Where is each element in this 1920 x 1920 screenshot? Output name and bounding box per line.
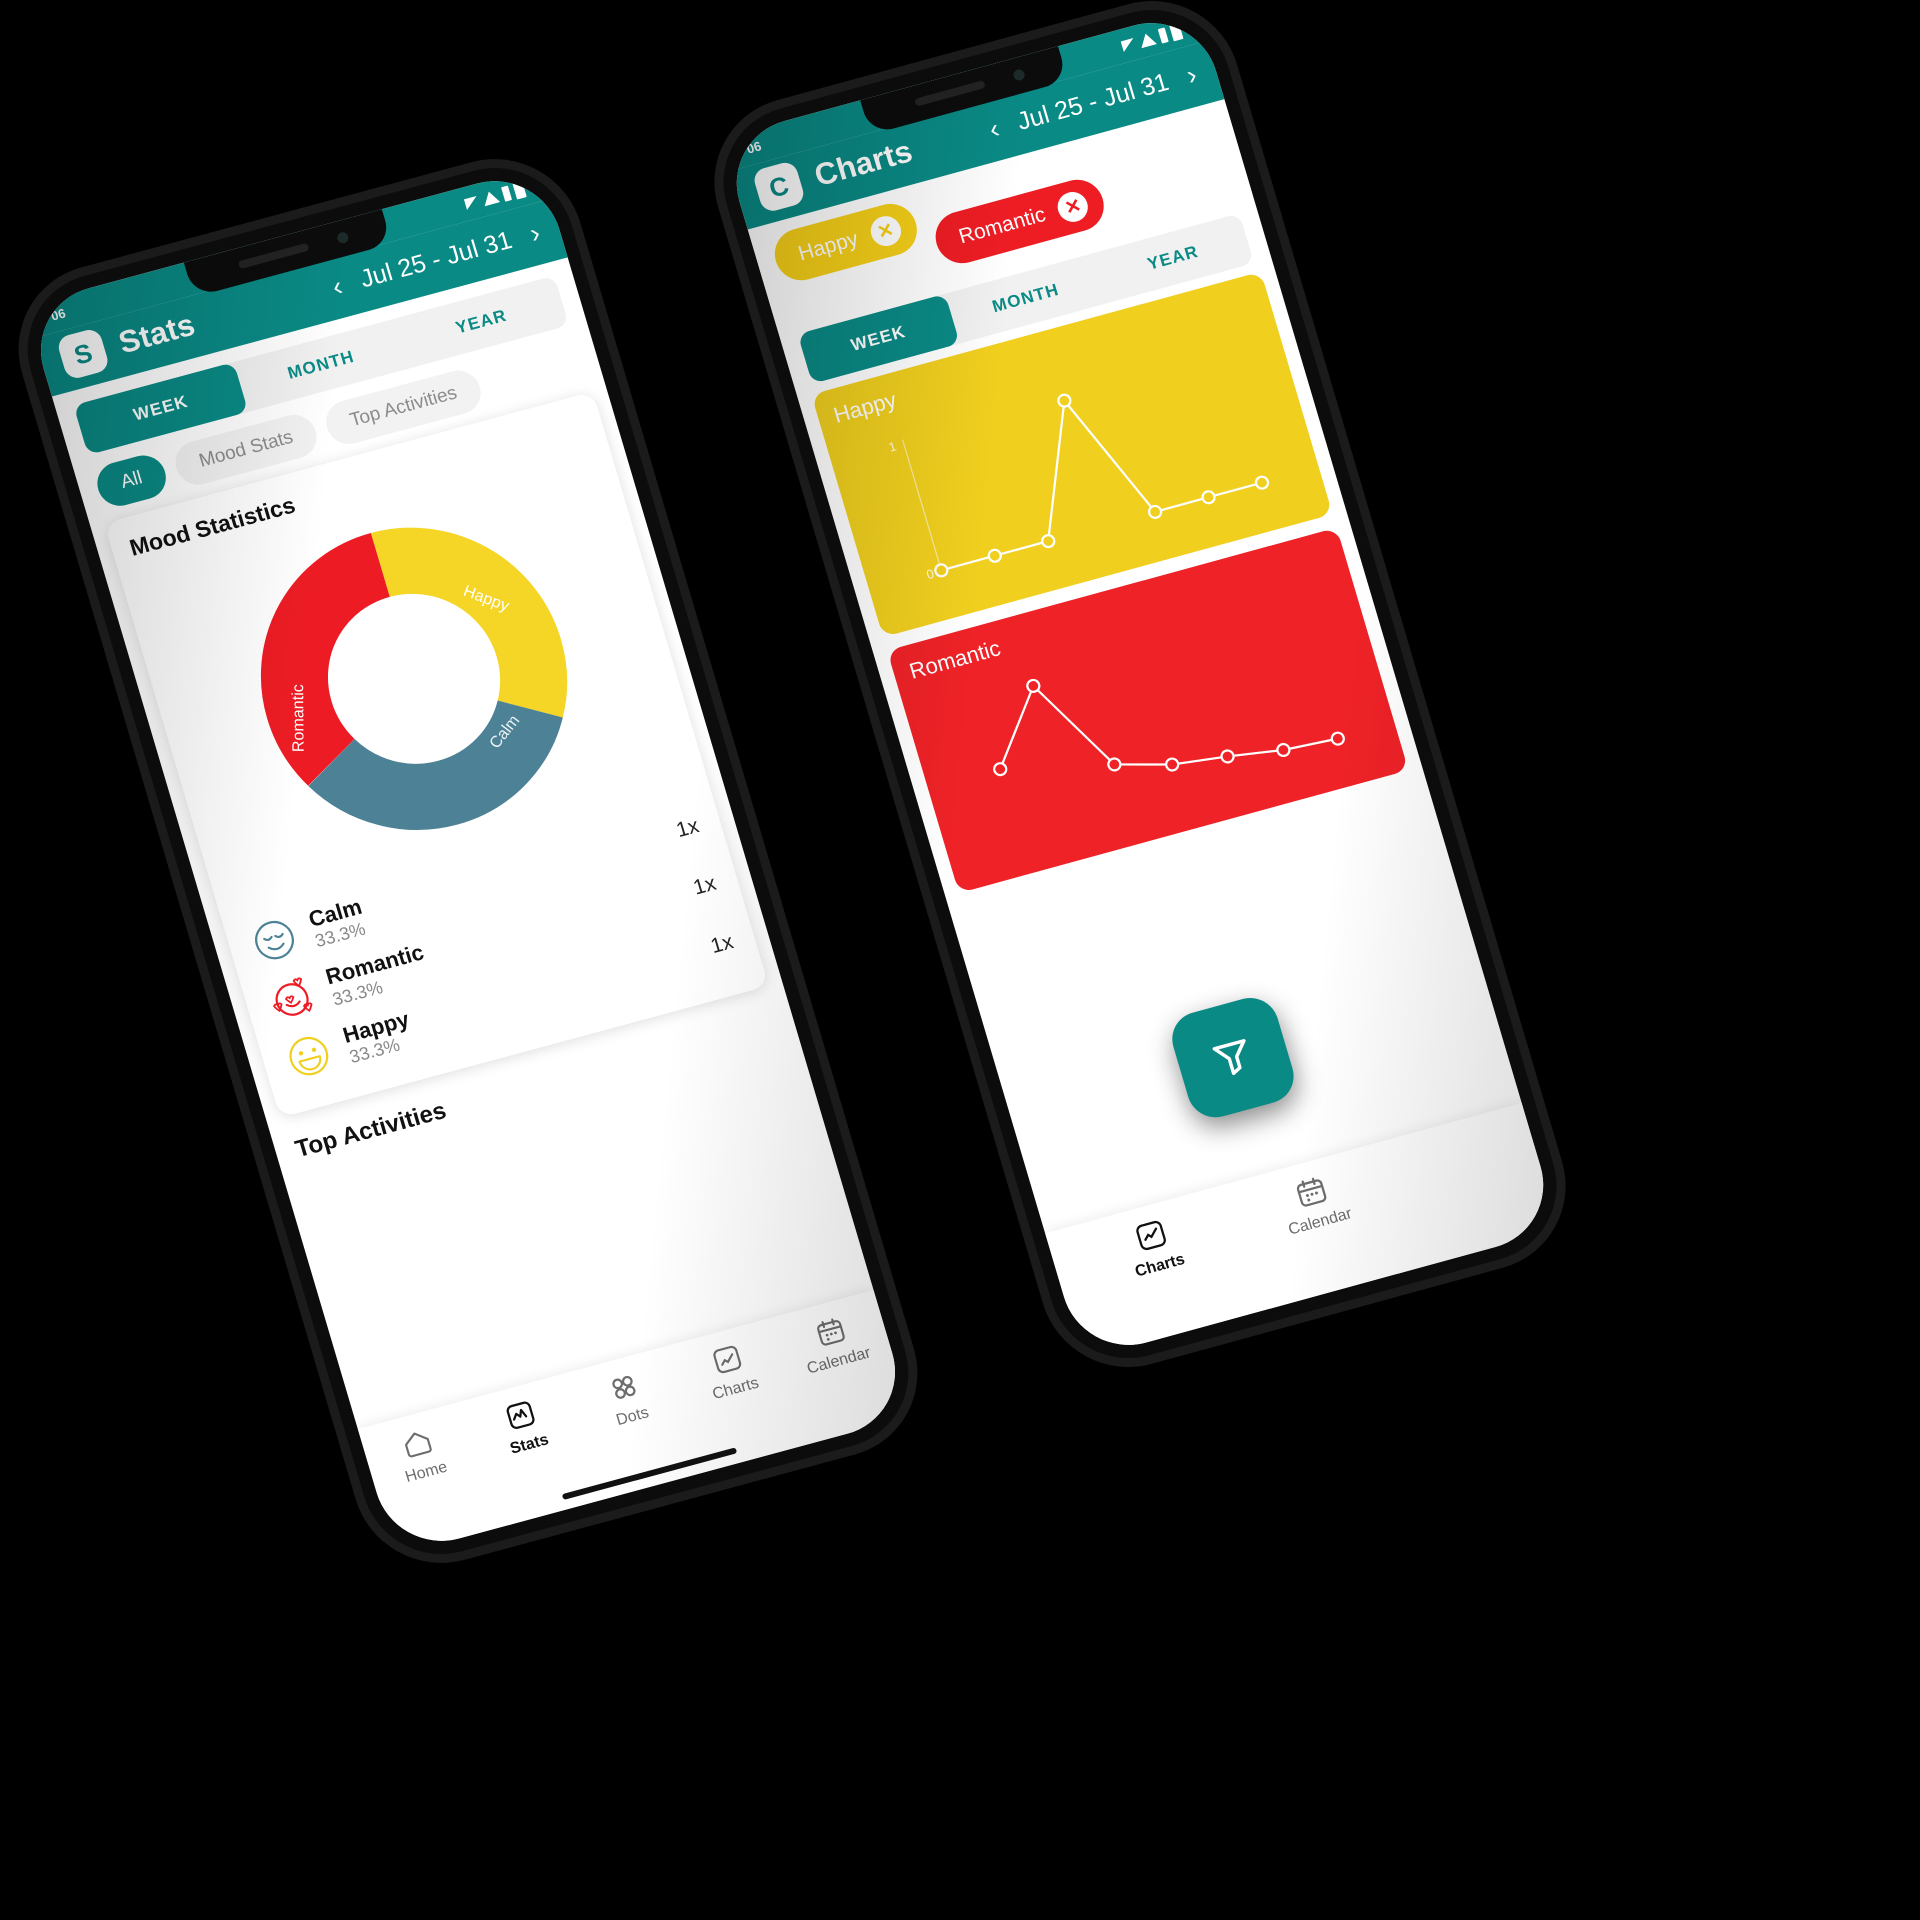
mood-statistics-card: Mood Statistics Happy Calm Romantic Calm… xyxy=(104,391,769,1118)
next-week-button[interactable]: › xyxy=(1183,59,1200,91)
filter-chip-romantic-label: Romantic xyxy=(956,202,1049,249)
nav-item-stats[interactable]: Stats xyxy=(471,1389,577,1466)
nav-item-charts[interactable]: Charts xyxy=(1101,1208,1208,1287)
speaker-grille xyxy=(914,80,986,107)
chip-all[interactable]: All xyxy=(92,450,172,511)
calm-face-icon xyxy=(255,921,294,960)
speaker-grille xyxy=(237,242,310,270)
prev-week-button[interactable]: ‹ xyxy=(329,271,346,303)
nav-label-charts: Charts xyxy=(1133,1250,1187,1281)
charts-icon xyxy=(713,1345,741,1374)
svg-text:0: 0 xyxy=(925,566,936,582)
wifi-icon xyxy=(1137,31,1157,48)
signal-icon xyxy=(1120,37,1137,52)
nav-item-calendar[interactable]: Calendar xyxy=(781,1305,887,1382)
front-camera xyxy=(1012,68,1026,82)
nav-item-charts[interactable]: Charts xyxy=(677,1333,783,1410)
filter-chip-happy-label: Happy xyxy=(795,227,861,266)
battery-icon xyxy=(1157,26,1169,44)
legend-count: 1x xyxy=(690,872,719,901)
nav-label-charts: Charts xyxy=(710,1374,761,1404)
wifi-icon xyxy=(480,189,501,206)
nav-label-dots: Dots xyxy=(614,1404,651,1430)
status-time: 06 xyxy=(744,137,763,157)
nav-label-calendar: Calendar xyxy=(805,1344,873,1378)
battery-full-icon xyxy=(1168,21,1184,42)
svg-text:1: 1 xyxy=(887,438,898,454)
battery-full-icon xyxy=(512,179,527,200)
close-icon[interactable]: ✕ xyxy=(866,212,905,250)
close-icon[interactable]: ✕ xyxy=(1054,188,1092,226)
filter-fab-button[interactable] xyxy=(1165,991,1301,1124)
prev-week-button[interactable]: ‹ xyxy=(986,113,1003,145)
charts-icon xyxy=(1136,1220,1166,1251)
calendar-icon xyxy=(816,1318,845,1346)
nav-item-calendar[interactable]: Calendar xyxy=(1261,1164,1368,1243)
legend-count: 1x xyxy=(707,929,736,958)
donut-label-romantic: Romantic xyxy=(289,684,308,752)
page-title: Stats xyxy=(114,306,199,361)
battery-icon xyxy=(500,185,512,202)
dots-icon xyxy=(612,1375,636,1399)
legend-count: 1x xyxy=(673,814,702,843)
nav-label-home: Home xyxy=(403,1458,450,1487)
filter-funnel-icon xyxy=(1212,1039,1246,1076)
calendar-icon xyxy=(1296,1177,1327,1207)
nav-label-stats: Stats xyxy=(508,1431,551,1458)
next-week-button[interactable]: › xyxy=(526,218,543,250)
home-icon xyxy=(405,1432,433,1458)
nav-item-home[interactable]: Home xyxy=(368,1416,474,1493)
nav-item-dots[interactable]: Dots xyxy=(574,1361,680,1438)
romantic-face-icon xyxy=(273,977,313,1017)
nav-label-calendar: Calendar xyxy=(1286,1205,1354,1239)
charts-bottom-nav: Charts Calendar xyxy=(1045,1103,1560,1360)
happy-face-icon xyxy=(289,1036,329,1076)
front-camera xyxy=(335,231,350,245)
stats-icon xyxy=(506,1401,535,1429)
stats-bottom-nav: Home Stats Dots Charts Calendar xyxy=(357,1290,912,1556)
signal-icon xyxy=(463,195,480,210)
screenshot-stage: 06 C Charts ‹ Jul 25 - Jul 31 › Happy ✕ … xyxy=(0,0,1920,1920)
status-time: 06 xyxy=(48,305,68,324)
